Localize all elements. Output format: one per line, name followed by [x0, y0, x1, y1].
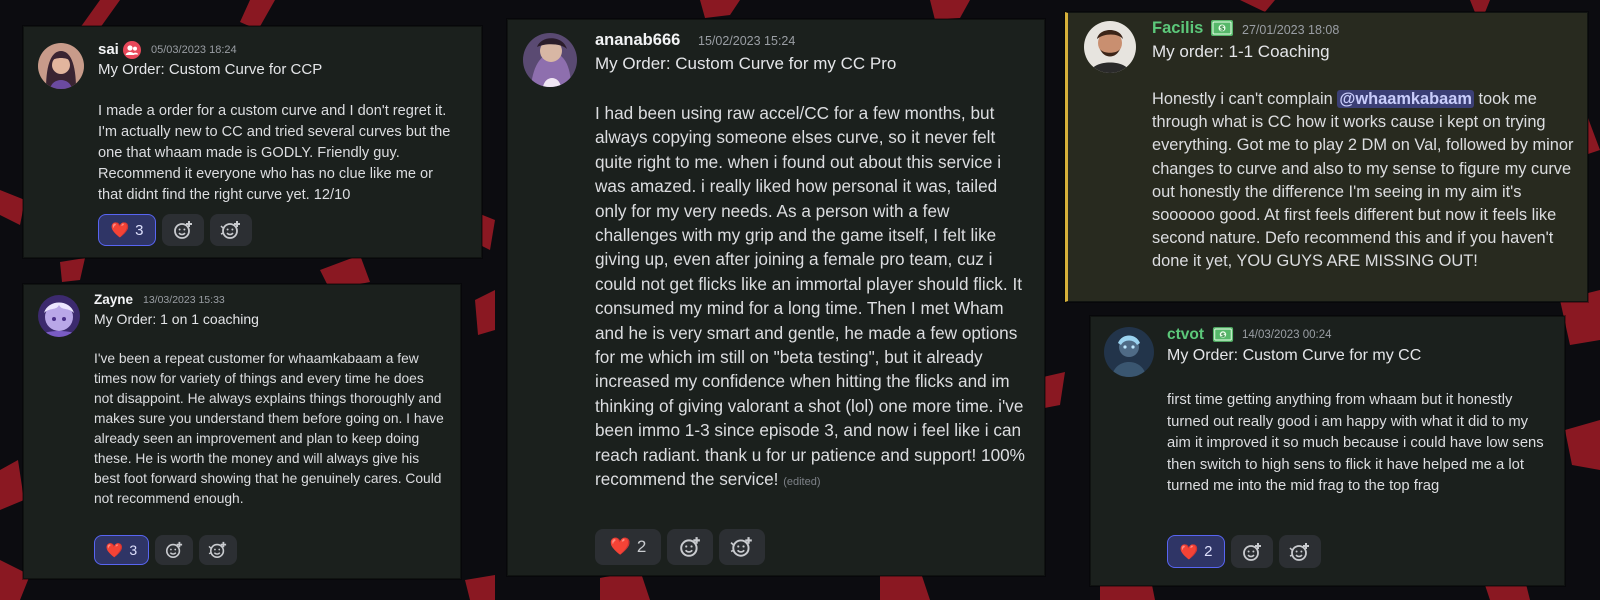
review-card-zayne: Zayne 13/03/2023 15:33 My Order: 1 on 1 …: [23, 284, 461, 579]
timestamp: 13/03/2023 15:33: [143, 294, 225, 306]
reaction-bar: ❤️ 3: [98, 214, 252, 246]
heart-reaction-button[interactable]: ❤️ 3: [98, 214, 156, 246]
review-card-ananab666: ananab666 15/02/2023 15:24 My Order: Cus…: [507, 19, 1045, 576]
members-badge-icon: [122, 40, 142, 60]
message-text: Honestly i can't complain @whaamkabaam t…: [1152, 88, 1577, 274]
avatar[interactable]: [38, 295, 80, 337]
svg-text:$: $: [1220, 25, 1225, 33]
username[interactable]: sai: [98, 41, 119, 58]
username[interactable]: Facilis: [1152, 19, 1203, 38]
order-title: My Order: Custom Curve for my CC Pro: [595, 54, 897, 73]
super-reaction-icon: [220, 221, 240, 239]
order-title: My order: 1-1 Coaching: [1152, 42, 1330, 61]
reaction-bar: ❤️ 2: [595, 529, 765, 565]
timestamp: 27/01/2023 18:08: [1242, 23, 1340, 37]
message-body: I had been using raw accel/CC for a few …: [595, 103, 1025, 490]
add-super-reaction-button[interactable]: [719, 529, 765, 565]
super-reaction-icon: [730, 537, 752, 557]
heart-emoji: ❤️: [1179, 543, 1199, 561]
heart-emoji: ❤️: [110, 222, 130, 239]
reaction-bar: ❤️ 3: [94, 535, 237, 565]
edited-label: (edited): [783, 476, 821, 489]
reaction-count: 3: [135, 221, 144, 239]
reaction-count: 2: [1204, 543, 1213, 560]
add-super-reaction-button[interactable]: [1279, 535, 1321, 568]
timestamp: 05/03/2023 18:24: [151, 44, 237, 56]
avatar[interactable]: [1084, 21, 1136, 73]
timestamp: 15/02/2023 15:24: [698, 34, 796, 48]
add-reaction-button[interactable]: [162, 214, 204, 246]
review-card-sai: sai 05/03/2023 18:24 My Order: Custom Cu…: [23, 26, 482, 258]
username[interactable]: Zayne: [94, 292, 133, 307]
message-part-2: took me through what is CC how it works …: [1152, 90, 1574, 271]
order-title: My Order: 1 on 1 coaching: [94, 311, 259, 327]
order-title: My Order: Custom Curve for my CC: [1167, 347, 1422, 364]
message-text: I've been a repeat customer for whaamkab…: [94, 351, 444, 506]
add-reaction-button[interactable]: [667, 529, 713, 565]
add-reaction-button[interactable]: [1231, 535, 1273, 568]
message-text: first time getting anything from whaam b…: [1167, 392, 1544, 495]
message-text: I had been using raw accel/CC for a few …: [595, 101, 1027, 495]
message-text: I made a order for a custom curve and I …: [98, 103, 451, 203]
order-title: My Order: Custom Curve for CCP: [98, 61, 323, 78]
add-reaction-icon: [1243, 542, 1261, 561]
add-reaction-icon: [680, 537, 700, 557]
avatar[interactable]: [523, 33, 577, 87]
reaction-count: 3: [129, 542, 138, 558]
add-super-reaction-button[interactable]: [210, 214, 252, 246]
timestamp: 14/03/2023 00:24: [1242, 329, 1332, 341]
review-card-ctvot: ctvot $ 14/03/2023 00:24 My Order: Custo…: [1090, 316, 1565, 586]
reaction-bar: ❤️ 2: [1167, 535, 1321, 568]
add-reaction-icon: [174, 221, 192, 239]
heart-emoji: ❤️: [609, 537, 631, 556]
avatar[interactable]: [38, 43, 84, 89]
money-badge-icon: $: [1210, 19, 1234, 37]
super-reaction-icon: [208, 541, 227, 559]
review-card-facilis: Facilis $ 27/01/2023 18:08 My order: 1-1…: [1065, 12, 1588, 302]
super-reaction-icon: [1289, 542, 1309, 561]
heart-emoji: ❤️: [105, 541, 124, 558]
message-part-1: Honestly i can't complain: [1152, 90, 1338, 108]
username[interactable]: ctvot: [1167, 326, 1204, 344]
heart-reaction-button[interactable]: ❤️ 2: [595, 529, 661, 565]
money-badge-icon: $: [1212, 326, 1234, 343]
username[interactable]: ananab666: [595, 31, 680, 50]
add-reaction-button[interactable]: [155, 535, 193, 565]
reaction-count: 2: [636, 537, 647, 556]
svg-text:$: $: [1221, 331, 1226, 339]
heart-reaction-button[interactable]: ❤️ 3: [94, 535, 149, 565]
add-super-reaction-button[interactable]: [199, 535, 237, 565]
heart-reaction-button[interactable]: ❤️ 2: [1167, 535, 1225, 568]
user-mention[interactable]: @whaamkabaam: [1337, 90, 1474, 108]
add-reaction-icon: [165, 541, 183, 559]
avatar[interactable]: [1104, 327, 1154, 377]
